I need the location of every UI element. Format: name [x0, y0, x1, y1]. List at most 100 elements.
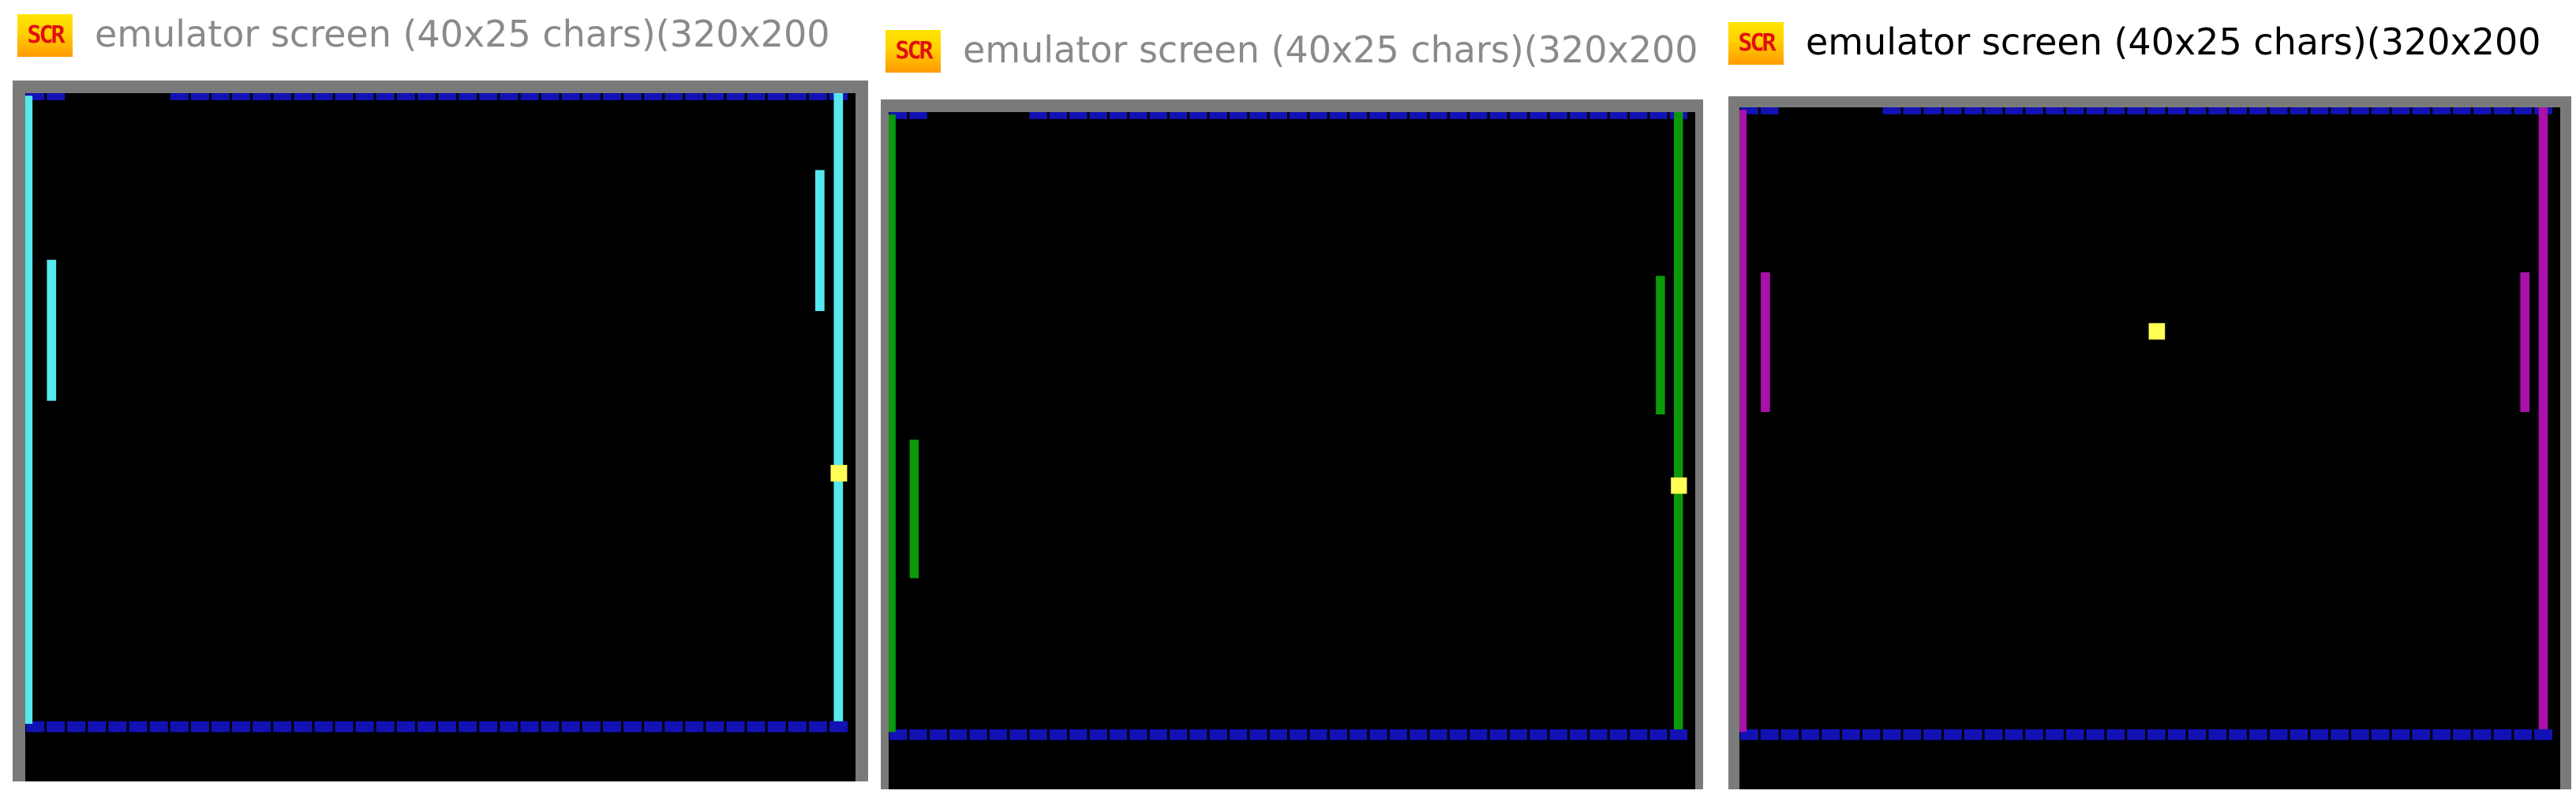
- bottom-wall-block: [129, 721, 148, 732]
- top-wall-block: [1049, 112, 1068, 119]
- top-wall-block: [1229, 112, 1248, 119]
- bottom-wall-block: [2514, 729, 2533, 740]
- top-wall-block: [335, 93, 354, 100]
- top-wall-block: [1470, 112, 1488, 119]
- bottom-wall-block: [1842, 729, 1860, 740]
- bottom-wall-block: [909, 729, 927, 740]
- top-wall-block: [747, 93, 766, 100]
- top-wall-block: [767, 93, 786, 100]
- ball: [830, 464, 848, 482]
- bottom-wall-block: [2412, 729, 2431, 740]
- top-wall-block: [190, 93, 209, 100]
- emulator-window-3[interactable]: SCR emulator screen (40x25 chars)(320x20…: [1724, 8, 2576, 789]
- top-wall-block: [2127, 107, 2145, 114]
- top-wall-block: [2208, 107, 2227, 114]
- top-wall-block: [1964, 107, 1983, 114]
- top-wall-block: [1290, 112, 1308, 119]
- scr-app-icon: SCR: [1728, 22, 1784, 65]
- bottom-wall-block: [459, 721, 477, 732]
- scr-app-icon: SCR: [17, 14, 73, 57]
- bottom-wall-block: [438, 721, 457, 732]
- top-wall-block: [232, 93, 251, 100]
- top-wall-block: [211, 93, 230, 100]
- bottom-wall-block: [1629, 729, 1648, 740]
- bottom-wall-block: [829, 721, 848, 732]
- bottom-wall-block: [2493, 729, 2512, 740]
- scr-app-icon: SCR: [886, 30, 941, 73]
- bottom-wall-block: [1229, 729, 1248, 740]
- bottom-wall-block: [190, 721, 209, 732]
- top-wall-block: [2106, 107, 2125, 114]
- bottom-wall-block: [1089, 729, 1107, 740]
- bottom-wall-block: [623, 721, 642, 732]
- right-paddle: [1656, 275, 1665, 415]
- window-title-bar[interactable]: SCR emulator screen (40x25 chars)(320x20…: [1724, 8, 2576, 79]
- top-wall-block: [1589, 112, 1608, 119]
- window-title: emulator screen (40x25 chars)(320x200: [1806, 21, 2541, 63]
- emulator-screen: [889, 112, 1695, 789]
- bottom-wall-block: [1589, 729, 1608, 740]
- bottom-wall-block: [294, 721, 313, 732]
- bottom-wall-block: [314, 721, 333, 732]
- top-wall-block: [500, 93, 519, 100]
- top-wall-block: [1649, 112, 1668, 119]
- bottom-wall-block: [1944, 729, 1962, 740]
- top-wall-block: [1189, 112, 1208, 119]
- bottom-wall-block: [1169, 729, 1188, 740]
- top-wall-block: [2290, 107, 2308, 114]
- top-wall-block: [2046, 107, 2064, 114]
- top-wall-block: [2005, 107, 2024, 114]
- left-wall: [889, 114, 896, 732]
- game-canvas: [1739, 107, 2552, 740]
- top-wall-block: [170, 93, 189, 100]
- top-wall-block: [1149, 112, 1167, 119]
- top-wall-block: [582, 93, 601, 100]
- bottom-wall-block: [726, 721, 745, 732]
- bottom-wall-block: [67, 721, 86, 732]
- window-title: emulator screen (40x25 chars)(320x200: [963, 28, 1698, 71]
- top-wall-block: [788, 93, 807, 100]
- window-title: emulator screen (40x25 chars)(320x200: [95, 13, 830, 55]
- top-wall-block: [1549, 112, 1567, 119]
- top-wall-block: [2473, 107, 2492, 114]
- top-wall-block: [1489, 112, 1507, 119]
- bottom-wall-block: [1109, 729, 1128, 740]
- top-wall-block: [273, 93, 292, 100]
- bottom-wall-block: [1209, 729, 1227, 740]
- right-paddle: [814, 170, 825, 312]
- top-wall-block: [1169, 112, 1188, 119]
- top-wall-block: [2331, 107, 2349, 114]
- ball: [2148, 323, 2166, 340]
- emulator-window-1[interactable]: SCR emulator screen (40x25 chars)(320x20…: [13, 0, 868, 789]
- bottom-wall-block: [541, 721, 560, 732]
- top-wall-block: [706, 93, 724, 100]
- bottom-wall-block: [1760, 729, 1779, 740]
- top-wall-block: [294, 93, 313, 100]
- emulator-window-2[interactable]: SCR emulator screen (40x25 chars)(320x20…: [881, 16, 1703, 789]
- bottom-wall-block: [2208, 729, 2227, 740]
- bottom-wall-block: [582, 721, 601, 732]
- top-wall-block: [1569, 112, 1588, 119]
- bottom-wall-block: [149, 721, 168, 732]
- top-wall-block: [2086, 107, 2105, 114]
- bottom-wall-block: [665, 721, 683, 732]
- bottom-wall-block: [47, 721, 66, 732]
- bottom-wall-block: [1429, 729, 1447, 740]
- top-wall-block: [417, 93, 436, 100]
- window-title-bar[interactable]: SCR emulator screen (40x25 chars)(320x20…: [13, 0, 868, 71]
- bottom-wall-block: [602, 721, 621, 732]
- top-wall-block: [561, 93, 580, 100]
- bottom-wall-block: [2025, 729, 2043, 740]
- bottom-wall-block: [1449, 729, 1468, 740]
- window-title-bar[interactable]: SCR emulator screen (40x25 chars)(320x20…: [881, 16, 1703, 87]
- bottom-wall-block: [1964, 729, 1983, 740]
- bottom-wall-block: [2086, 729, 2105, 740]
- top-wall-block: [2025, 107, 2043, 114]
- bottom-wall-block: [479, 721, 498, 732]
- top-wall-block: [47, 93, 66, 100]
- top-wall-block: [685, 93, 704, 100]
- bottom-wall-block: [273, 721, 292, 732]
- bottom-wall-block: [108, 721, 127, 732]
- bottom-wall-block: [1903, 729, 1922, 740]
- bottom-wall-block: [1329, 729, 1348, 740]
